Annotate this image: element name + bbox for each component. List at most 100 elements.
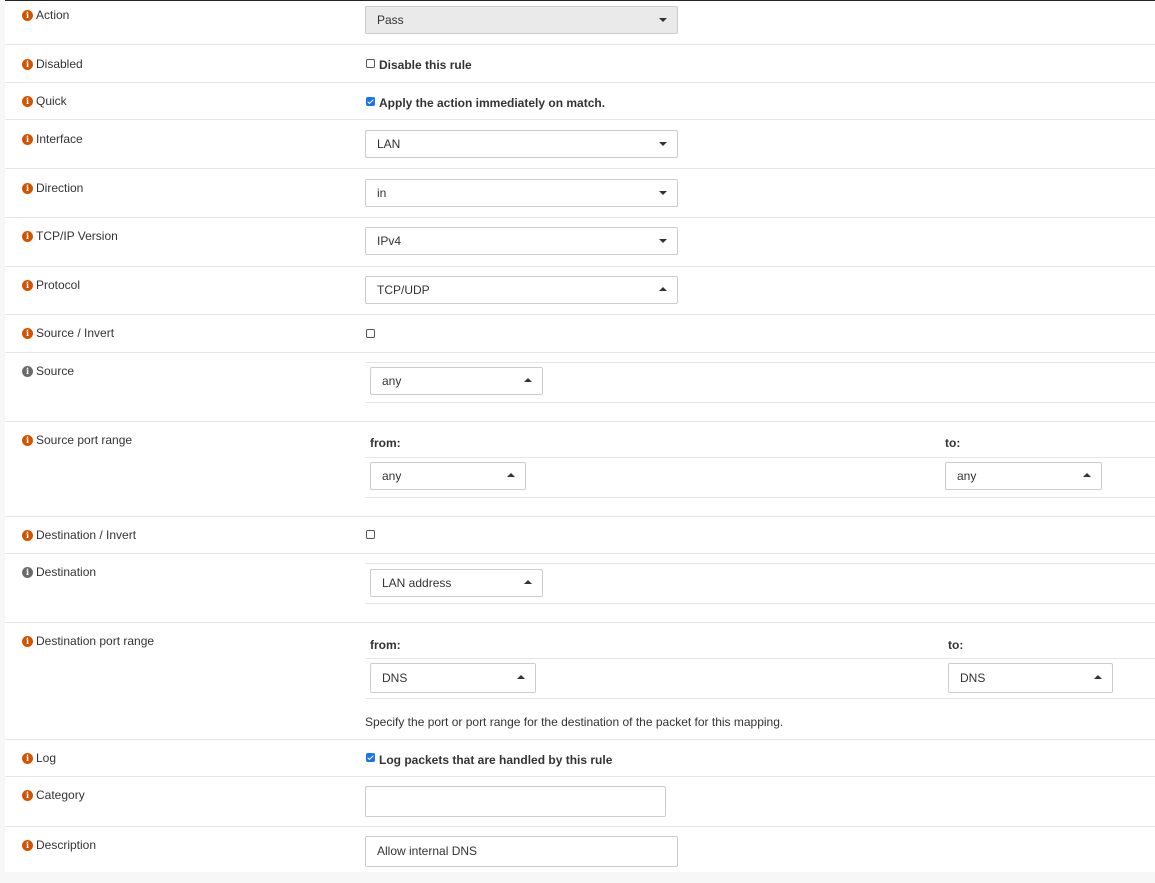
destination-port-to-label: to: <box>948 638 964 652</box>
divider <box>365 362 1155 363</box>
info-icon[interactable]: i <box>22 230 33 242</box>
source-port-range-label-group: i Source port range <box>22 433 132 447</box>
info-icon[interactable]: i <box>22 133 33 145</box>
action-value: Pass <box>377 13 404 27</box>
destination-port-range-label: Destination port range <box>36 634 155 648</box>
row-destination-port-range: i Destination port range from: to: DNS D… <box>5 623 1155 740</box>
info-icon[interactable]: i <box>22 635 33 647</box>
info-icon[interactable]: i <box>22 529 33 541</box>
disable-rule-label: Disable this rule <box>379 58 472 72</box>
action-label-group: i Action <box>22 8 69 22</box>
destination-label: Destination <box>36 565 97 579</box>
direction-select[interactable]: in <box>365 179 678 207</box>
info-icon[interactable]: i <box>22 279 33 291</box>
source-port-from-label: from: <box>370 436 401 450</box>
info-icon[interactable]: i <box>22 752 33 764</box>
disable-rule-checkbox[interactable] <box>366 59 375 68</box>
log-label-group: i Log <box>22 751 56 765</box>
row-action: i Action Pass <box>5 1 1155 45</box>
source-invert-checkbox[interactable] <box>366 329 375 338</box>
quick-label-group: i Quick <box>22 94 67 108</box>
row-interface: i Interface LAN <box>5 120 1155 169</box>
protocol-select[interactable]: TCP/UDP <box>365 276 678 304</box>
tcpip-version-select[interactable]: IPv4 <box>365 227 678 255</box>
direction-value: in <box>377 186 387 200</box>
quick-checkbox[interactable] <box>366 97 375 106</box>
disabled-label: Disabled <box>36 57 83 71</box>
chevron-up-icon <box>659 287 667 291</box>
log-label: Log <box>36 751 57 765</box>
direction-label: Direction <box>36 181 84 195</box>
info-icon[interactable]: i <box>22 434 33 446</box>
destination-port-to-select[interactable]: DNS <box>948 663 1113 693</box>
source-port-from-value: any <box>382 469 402 483</box>
destination-port-from-label: from: <box>370 638 401 652</box>
category-label-group: i Category <box>22 788 85 802</box>
info-icon[interactable]: i <box>22 839 33 851</box>
tcpip-version-label-group: i TCP/IP Version <box>22 229 118 243</box>
info-icon[interactable]: i <box>22 182 33 194</box>
info-icon[interactable]: i <box>22 566 33 578</box>
row-source-port-range: i Source port range from: to: any any <box>5 422 1155 517</box>
action-select[interactable]: Pass <box>365 6 678 34</box>
log-checkbox[interactable] <box>366 753 375 762</box>
destination-port-range-label-group: i Destination port range <box>22 634 154 648</box>
source-port-to-select[interactable]: any <box>945 462 1102 490</box>
destination-invert-label-group: i Destination / Invert <box>22 528 136 542</box>
source-label: Source <box>36 364 75 378</box>
divider <box>365 658 1155 659</box>
firewall-rule-form: i Action Pass i Disabled Disable this ru… <box>5 0 1155 872</box>
destination-value: LAN address <box>382 576 452 590</box>
divider <box>365 563 1155 564</box>
divider <box>365 497 1155 498</box>
divider <box>365 603 1155 604</box>
chevron-up-icon <box>507 473 515 477</box>
category-input[interactable] <box>365 786 666 817</box>
destination-select[interactable]: LAN address <box>370 569 543 597</box>
chevron-down-icon <box>659 239 667 243</box>
source-select[interactable]: any <box>370 367 543 395</box>
destination-invert-checkbox[interactable] <box>366 530 375 539</box>
category-label: Category <box>36 788 85 802</box>
description-label-group: i Description <box>22 838 96 852</box>
interface-select[interactable]: LAN <box>365 130 678 158</box>
protocol-label: Protocol <box>36 278 81 292</box>
divider <box>365 698 1155 699</box>
action-label: Action <box>36 8 70 22</box>
quick-checkbox-label: Apply the action immediately on match. <box>379 96 606 110</box>
disabled-label-group: i Disabled <box>22 57 83 71</box>
row-protocol: i Protocol TCP/UDP <box>5 267 1155 315</box>
info-icon[interactable]: i <box>22 95 33 107</box>
description-label: Description <box>36 838 97 852</box>
tcpip-version-value: IPv4 <box>377 234 402 248</box>
destination-label-group: i Destination <box>22 565 96 579</box>
destination-port-from-select[interactable]: DNS <box>370 663 536 693</box>
protocol-label-group: i Protocol <box>22 278 80 292</box>
chevron-down-icon <box>659 18 667 22</box>
info-icon[interactable]: i <box>22 9 33 21</box>
interface-value: LAN <box>377 137 401 151</box>
row-category: i Category <box>5 777 1155 827</box>
chevron-down-icon <box>659 191 667 195</box>
source-port-from-select[interactable]: any <box>370 462 526 490</box>
interface-label: Interface <box>36 132 83 146</box>
row-source-invert: i Source / Invert <box>5 315 1155 353</box>
chevron-down-icon <box>659 142 667 146</box>
chevron-up-icon <box>1083 473 1091 477</box>
direction-label-group: i Direction <box>22 181 83 195</box>
row-destination-invert: i Destination / Invert <box>5 517 1155 554</box>
source-label-group: i Source <box>22 364 74 378</box>
source-invert-label-group: i Source / Invert <box>22 326 114 340</box>
info-icon[interactable]: i <box>22 58 33 70</box>
description-input[interactable]: Allow internal DNS <box>365 836 678 867</box>
quick-label: Quick <box>36 94 67 108</box>
row-quick: i Quick Apply the action immediately on … <box>5 83 1155 120</box>
row-description: i Description Allow internal DNS <box>5 827 1155 872</box>
info-icon[interactable]: i <box>22 365 33 377</box>
chevron-up-icon <box>524 378 532 382</box>
info-icon[interactable]: i <box>22 789 33 801</box>
divider <box>365 402 1155 403</box>
info-icon[interactable]: i <box>22 327 33 339</box>
destination-port-range-help: Specify the port or port range for the d… <box>365 715 784 729</box>
destination-port-to-value: DNS <box>960 671 986 685</box>
